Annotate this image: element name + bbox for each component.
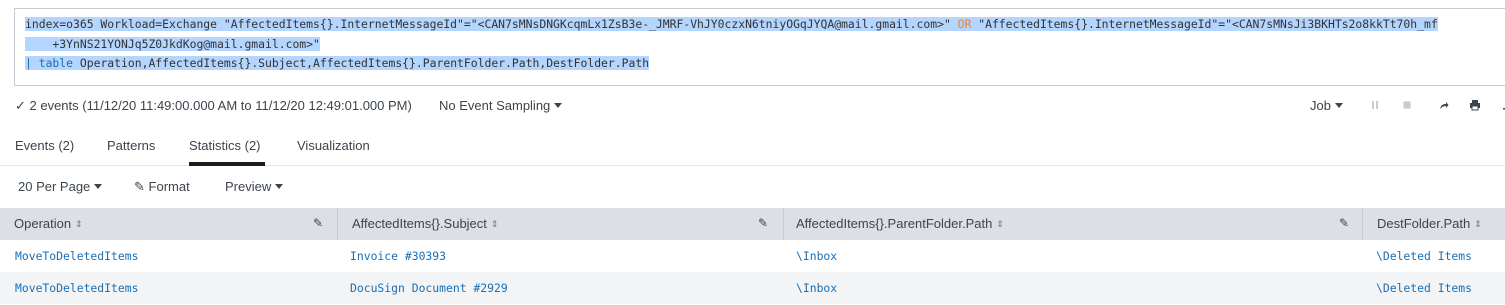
format-label: Format — [148, 179, 190, 194]
share-icon[interactable] — [1435, 97, 1451, 113]
event-sampling-dropdown[interactable]: No Event Sampling — [439, 98, 563, 113]
cell-dest-folder[interactable]: \Deleted Items — [1376, 249, 1472, 263]
query-line2: +3YnNS21YONJq5Z0JkdKog@mail.gmail.com>" — [25, 36, 320, 51]
tab-patterns[interactable]: Patterns — [107, 138, 155, 153]
cell-subject[interactable]: Invoice #30393 — [350, 249, 446, 263]
cell-operation[interactable]: MoveToDeletedItems — [15, 281, 138, 295]
table-row: MoveToDeletedItems Invoice #30393 \Inbox… — [0, 240, 1505, 272]
cell-dest-folder[interactable]: \Deleted Items — [1376, 281, 1472, 295]
tab-visualization[interactable]: Visualization — [297, 138, 370, 153]
pencil-icon[interactable]: ✎ — [313, 216, 327, 230]
sort-icon[interactable]: ⇕ — [1474, 219, 1482, 229]
cell-operation[interactable]: MoveToDeletedItems — [15, 249, 138, 263]
preview-label: Preview — [225, 179, 272, 194]
chevron-down-icon — [554, 103, 563, 108]
cell-parent-folder[interactable]: \Inbox — [796, 281, 837, 295]
results-tabs: Events (2) Patterns Statistics (2) Visua… — [0, 126, 1505, 166]
active-tab-indicator — [189, 162, 265, 166]
column-header-parent-folder[interactable]: AffectedItems{}.ParentFolder.Path ⇕ ✎ — [784, 208, 1363, 240]
query-table-command: table — [38, 56, 74, 70]
print-icon[interactable] — [1467, 97, 1483, 113]
tab-events[interactable]: Events (2) — [15, 138, 74, 153]
column-label: AffectedItems{}.Subject — [352, 216, 487, 231]
cell-parent-folder[interactable]: \Inbox — [796, 249, 837, 263]
job-status-bar: ✓ 2 events (11/12/20 11:49:00.000 AM to … — [0, 94, 1505, 118]
sort-icon[interactable]: ⇕ — [75, 219, 83, 229]
per-page-label: 20 Per Page — [18, 179, 91, 194]
column-header-dest-folder[interactable]: DestFolder.Path ⇕ — [1363, 208, 1505, 240]
job-label: Job — [1310, 98, 1331, 113]
chevron-down-icon — [1334, 103, 1343, 108]
preview-dropdown[interactable]: Preview — [225, 179, 284, 194]
per-page-dropdown[interactable]: 20 Per Page — [18, 179, 103, 194]
query-line3-rest: Operation,AffectedItems{}.Subject,Affect… — [73, 56, 650, 70]
pause-icon[interactable] — [1367, 97, 1383, 113]
chevron-down-icon — [94, 184, 103, 189]
job-menu[interactable]: Job — [1310, 98, 1343, 113]
query-line1-pre: index=o365 Workload=Exchange "AffectedIt… — [25, 17, 958, 31]
table-row: MoveToDeletedItems DocuSign Document #29… — [0, 272, 1505, 304]
cell-subject[interactable]: DocuSign Document #2929 — [350, 281, 508, 295]
query-line1-post: "AffectedItems{}.InternetMessageId"="<CA… — [971, 17, 1438, 31]
search-query[interactable]: index=o365 Workload=Exchange "AffectedIt… — [25, 15, 1438, 74]
pencil-icon[interactable]: ✎ — [1339, 216, 1353, 230]
query-pipe: | — [25, 56, 39, 70]
tab-statistics[interactable]: Statistics (2) — [189, 138, 261, 153]
export-icon[interactable] — [1498, 97, 1505, 113]
column-label: DestFolder.Path — [1377, 216, 1471, 231]
column-header-operation[interactable]: Operation ⇕ ✎ — [0, 208, 338, 240]
query-or-keyword: OR — [957, 17, 972, 31]
column-label: AffectedItems{}.ParentFolder.Path — [796, 216, 993, 231]
stop-icon[interactable] — [1399, 97, 1415, 113]
sort-icon[interactable]: ⇕ — [996, 219, 1004, 229]
table-header: Operation ⇕ ✎ AffectedItems{}.Subject ⇕ ✎ … — [0, 208, 1505, 240]
column-label: Operation — [14, 216, 72, 231]
events-count: ✓ 2 events (11/12/20 11:49:00.000 AM to … — [15, 98, 412, 113]
event-sampling-label: No Event Sampling — [439, 98, 551, 113]
format-button[interactable]: ✎ Format — [134, 179, 190, 195]
results-controls: 20 Per Page ✎ Format Preview — [0, 174, 1505, 202]
search-box[interactable]: index=o365 Workload=Exchange "AffectedIt… — [14, 8, 1505, 86]
chevron-down-icon — [275, 184, 284, 189]
pencil-icon[interactable]: ✎ — [758, 216, 772, 230]
sort-icon[interactable]: ⇕ — [491, 219, 499, 229]
pencil-icon: ✎ — [134, 179, 145, 194]
column-header-subject[interactable]: AffectedItems{}.Subject ⇕ ✎ — [338, 208, 784, 240]
